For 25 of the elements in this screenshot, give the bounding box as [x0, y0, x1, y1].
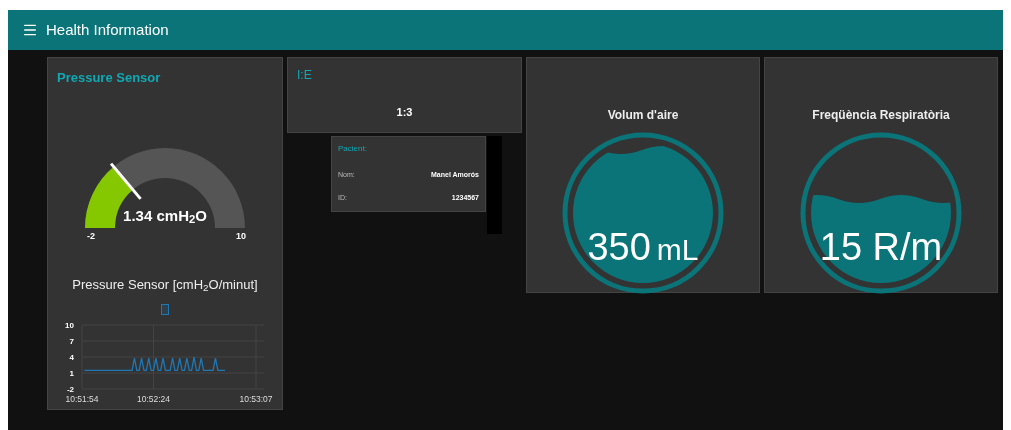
chart-title: Pressure Sensor [cmH$_{2}$O/minut] [71, 275, 259, 294]
x-tick-label: 10:53:07 [239, 394, 273, 404]
gauge-needle [109, 162, 142, 200]
card-title: Pacient: [338, 143, 368, 155]
card-title: I:E [296, 67, 313, 84]
gauge-value: 350 mL [586, 228, 700, 266]
gauge-title: Volum d'aire [607, 107, 679, 124]
gauge-reading: 1.34 cmH$_{2}$O [122, 207, 208, 223]
y-tick-label: 10 [65, 321, 74, 330]
legend-icon [161, 304, 169, 315]
y-tick-label: 7 [69, 337, 74, 346]
gauge-value: 15 R/m [818, 228, 944, 266]
scrollbar[interactable] [487, 136, 502, 234]
ie-value: 1:3 [395, 105, 414, 120]
gauge-max-label: 10 [236, 231, 246, 241]
header-title: Health Information [46, 19, 169, 40]
x-tick-label: 10:52:24 [136, 394, 171, 404]
gauge-title: Freqüència Respiratòria [812, 107, 950, 124]
menu-icon[interactable] [22, 22, 38, 38]
y-tick-label: -2 [66, 385, 74, 394]
card-title: Pressure Sensor [56, 69, 162, 87]
gauge-min-label: -2 [87, 231, 95, 241]
y-tick-label: 1 [69, 369, 74, 378]
y-tick-label: 4 [69, 353, 74, 362]
x-tick-label: 10:51:54 [65, 394, 99, 404]
